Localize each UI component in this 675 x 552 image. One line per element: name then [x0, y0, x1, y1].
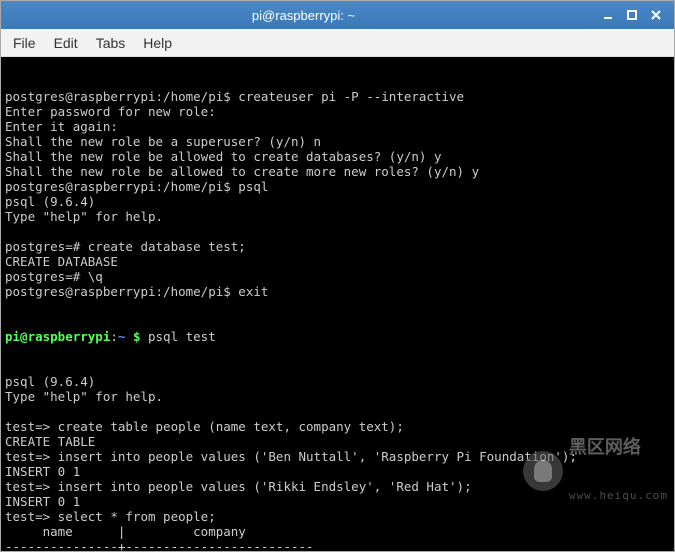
terminal-line: test=> insert into people values ('Rikki… [5, 479, 670, 494]
window-title: pi@raspberrypi: ~ [9, 8, 598, 23]
terminal-output-2: psql (9.6.4)Type "help" for help. test=>… [5, 374, 670, 551]
terminal-line: Shall the new role be a superuser? (y/n)… [5, 134, 670, 149]
terminal-line: postgres=# \q [5, 269, 670, 284]
menu-file[interactable]: File [13, 35, 36, 51]
close-button[interactable] [646, 5, 666, 25]
terminal-line: Shall the new role be allowed to create … [5, 149, 670, 164]
terminal-line: CREATE TABLE [5, 434, 670, 449]
terminal-line: test=> select * from people; [5, 509, 670, 524]
menu-edit[interactable]: Edit [54, 35, 78, 51]
terminal-line: Type "help" for help. [5, 209, 670, 224]
terminal-prompt-line: pi@raspberrypi:~ $ psql test [5, 329, 670, 344]
terminal-line: Enter it again: [5, 119, 670, 134]
terminal-line: name | company [5, 524, 670, 539]
menu-help[interactable]: Help [143, 35, 172, 51]
terminal-viewport[interactable]: postgres@raspberrypi:/home/pi$ createuse… [1, 57, 674, 551]
menu-tabs[interactable]: Tabs [96, 35, 126, 51]
terminal-line: CREATE DATABASE [5, 254, 670, 269]
terminal-line: Shall the new role be allowed to create … [5, 164, 670, 179]
window-controls [598, 5, 666, 25]
terminal-line: INSERT 0 1 [5, 494, 670, 509]
prompt-dollar: $ [125, 329, 148, 344]
terminal-line: INSERT 0 1 [5, 464, 670, 479]
terminal-line: postgres@raspberrypi:/home/pi$ exit [5, 284, 670, 299]
minimize-icon [602, 9, 614, 21]
terminal-line: postgres@raspberrypi:/home/pi$ psql [5, 179, 670, 194]
terminal-line: psql (9.6.4) [5, 374, 670, 389]
maximize-icon [626, 9, 638, 21]
terminal-line [5, 404, 670, 419]
prompt-command: psql test [148, 329, 216, 344]
terminal-line: test=> create table people (name text, c… [5, 419, 670, 434]
minimize-button[interactable] [598, 5, 618, 25]
close-icon [650, 9, 662, 21]
terminal-line: psql (9.6.4) [5, 194, 670, 209]
menubar: File Edit Tabs Help [1, 29, 674, 57]
terminal-line: Type "help" for help. [5, 389, 670, 404]
terminal-line: postgres@raspberrypi:/home/pi$ createuse… [5, 89, 670, 104]
terminal-output-1: postgres@raspberrypi:/home/pi$ createuse… [5, 89, 670, 299]
terminal-line: postgres=# create database test; [5, 239, 670, 254]
maximize-button[interactable] [622, 5, 642, 25]
terminal-line: Enter password for new role: [5, 104, 670, 119]
titlebar: pi@raspberrypi: ~ [1, 1, 674, 29]
terminal-line: test=> insert into people values ('Ben N… [5, 449, 670, 464]
terminal-window: pi@raspberrypi: ~ File Edit Tabs Help po… [0, 0, 675, 552]
prompt-user-host: pi@raspberrypi [5, 329, 110, 344]
prompt-sep: : [110, 329, 118, 344]
terminal-line [5, 224, 670, 239]
terminal-line: ---------------+------------------------… [5, 539, 670, 551]
